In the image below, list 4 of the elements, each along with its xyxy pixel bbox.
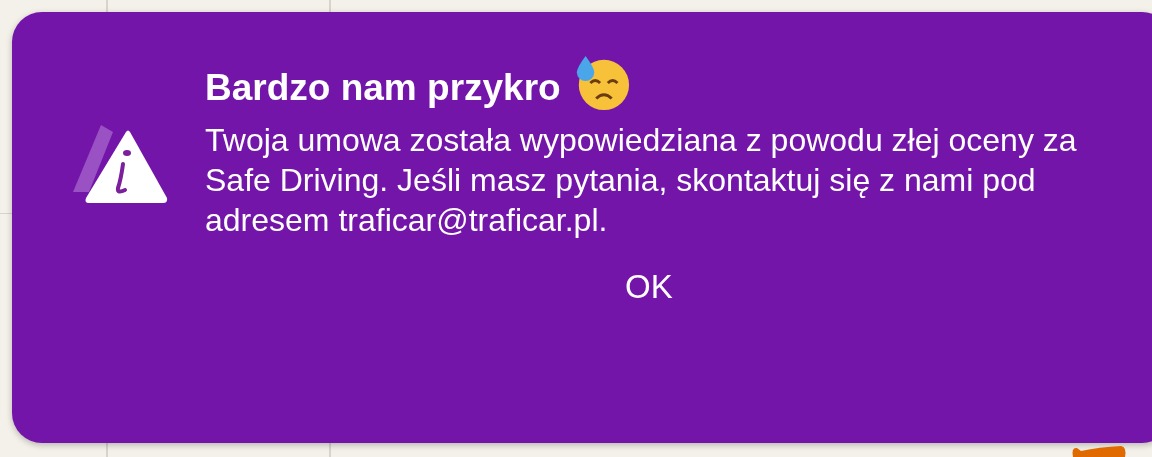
warning-info-icon <box>73 124 169 204</box>
alert-title: Bardzo nam przykro <box>205 66 561 110</box>
ok-button[interactable]: OK <box>617 264 681 310</box>
alert-message: Twoja umowa została wypowiedziana z powodu złej oceny za Safe Driving. Jeśli masz pytania, skontaktuj się z nami pod adresem traficar@traficar.pl. <box>205 121 1078 240</box>
